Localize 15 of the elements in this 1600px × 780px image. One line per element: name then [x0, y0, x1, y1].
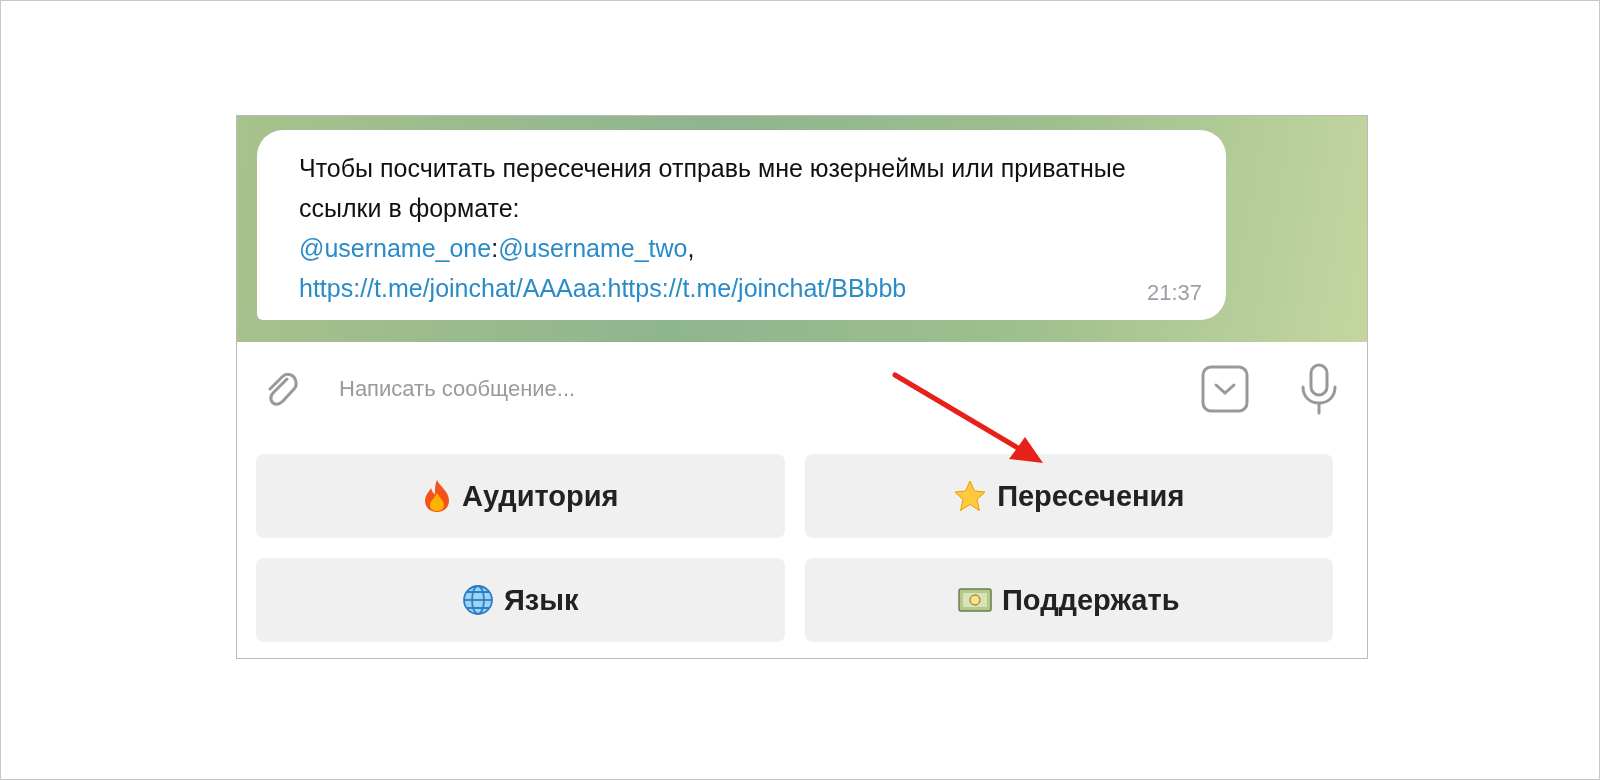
keyboard-button[interactable]: Поддержать: [804, 558, 1333, 642]
globe-icon: [461, 584, 494, 616]
bot-keyboard-icon[interactable]: [1201, 365, 1249, 413]
message-text: Чтобы посчитать пересечения отправь мне юзернеймы или приватные ссылки в формате: @username_one:@username_two, https://t.me/joinchat/AAAaa:https://t.me/joinchat/BBbbb: [299, 153, 1127, 304]
banknote-icon: [958, 587, 992, 613]
message-time: 21:37: [1146, 280, 1202, 306]
link[interactable]: @username_one: [299, 234, 492, 262]
microphone-icon[interactable]: [1299, 363, 1339, 415]
star-icon: [953, 479, 988, 513]
link[interactable]: @username_two: [498, 234, 688, 262]
keyboard-button[interactable]: Язык: [256, 558, 785, 642]
message-input[interactable]: Написать сообщение...: [337, 375, 1181, 403]
keyboard-button[interactable]: Пересечения: [804, 454, 1333, 538]
link[interactable]: https://t.me/joinchat/AAAaa:https://t.me/joinchat/BBbbb: [299, 274, 907, 302]
keyboard-button[interactable]: Аудитория: [256, 454, 785, 538]
